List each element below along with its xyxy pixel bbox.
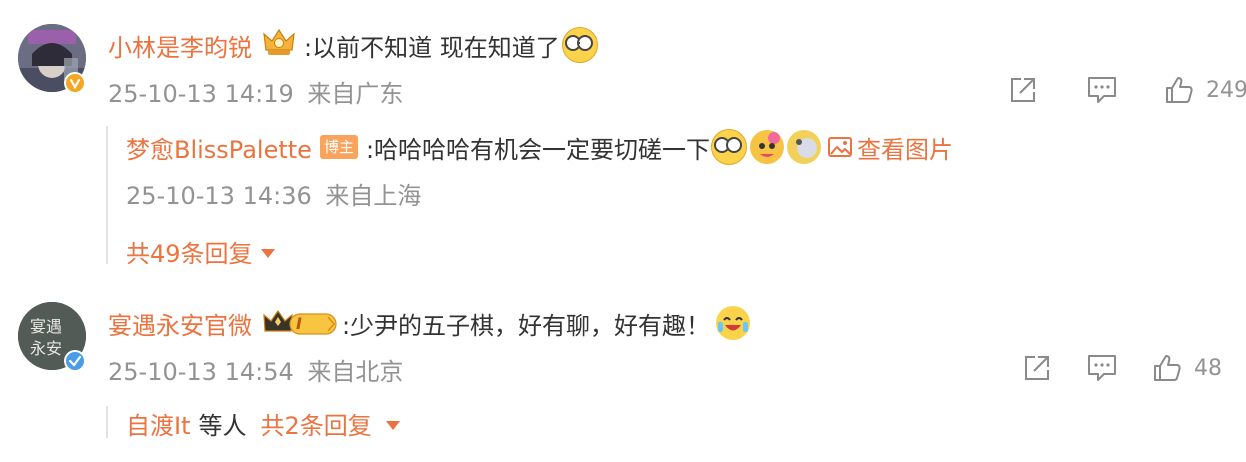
timestamp: 25-10-13 14:19 (108, 80, 294, 108)
reply-text: :哈哈哈哈有机会一定要切磋一下 (365, 135, 711, 164)
comment-actions: 48 (1022, 350, 1222, 386)
location: 来自北京 (307, 358, 404, 386)
crown-badge-icon[interactable] (262, 26, 296, 64)
reply-location: 来自上海 (325, 182, 422, 210)
comment-item: 宴遇永安 宴遇永安官微 I :少尹的五子棋，好有聊，好有趣！ 25-10-13 … (0, 296, 1246, 462)
reply-summary[interactable]: 自渡It 等人 共2条回复 (126, 406, 400, 441)
image-icon (828, 137, 853, 157)
like-count: 48 (1194, 355, 1222, 381)
share-button[interactable] (1008, 75, 1038, 105)
reply-button[interactable] (1086, 75, 1118, 105)
comment-meta: 25-10-13 14:19 来自广东 (108, 74, 403, 109)
level-badge-number: I (296, 313, 302, 333)
reply-count[interactable]: 共2条回复 (261, 406, 372, 441)
glasses-emoji-icon (711, 129, 748, 165)
dropdown-triangle-icon (260, 248, 275, 258)
blogger-badge: 博主 (319, 135, 358, 159)
share-icon (1025, 356, 1049, 380)
like-icon (1166, 77, 1193, 103)
reply-section: 自渡It 等人 共2条回复 (106, 406, 400, 440)
like-button[interactable]: 48 (1152, 353, 1222, 383)
glasses-emoji-icon (561, 27, 598, 63)
reply-timestamp: 25-10-13 14:36 (126, 182, 312, 210)
verified-badge (64, 350, 86, 372)
verified-badge (64, 72, 86, 94)
dropdown-triangle-icon (385, 420, 400, 430)
timestamp: 25-10-13 14:54 (108, 358, 294, 386)
share-icon (1011, 78, 1035, 102)
like-button[interactable]: 249 (1164, 75, 1246, 105)
member-level-badge[interactable]: I (262, 307, 337, 339)
comment-actions: 249 (1008, 72, 1246, 108)
comment-meta: 25-10-13 14:54 来自北京 (108, 352, 403, 387)
laughing-emoji-icon (716, 306, 751, 340)
more-replies-button[interactable]: 共49条回复 (126, 234, 275, 269)
like-icon (1154, 355, 1181, 381)
dizzy-emoji-icon (787, 130, 822, 164)
comment-content: 小林是李昀锐 :以前不知道 现在知道了 (108, 26, 598, 64)
view-image-link[interactable]: 查看图片 (827, 130, 953, 165)
share-button[interactable] (1022, 353, 1052, 383)
comment-text: :以前不知道 现在知道了 (304, 33, 560, 62)
more-replies-label: 共49条回复 (126, 240, 253, 268)
reply-meta: 25-10-13 14:36 来自上海 (126, 176, 421, 211)
comment-icon (1088, 77, 1116, 103)
comment-content: 宴遇永安官微 I :少尹的五子棋，好有聊，好有趣！ (108, 304, 751, 342)
username[interactable]: 宴遇永安官微 (108, 306, 252, 341)
flower-emoji-icon (750, 130, 785, 164)
comment-text: :少尹的五子棋，好有聊，好有趣！ (341, 311, 711, 340)
reply-section: 梦愈BlissPalette 博主 :哈哈哈哈有机会一定要切磋一下 查看图片 2… (106, 126, 953, 268)
reply-suffix: 等人 (198, 412, 247, 440)
reply-content: 梦愈BlissPalette 博主 :哈哈哈哈有机会一定要切磋一下 查看图片 (126, 128, 953, 166)
location: 来自广东 (307, 80, 404, 108)
like-count: 249 (1206, 77, 1246, 103)
reply-username[interactable]: 梦愈BlissPalette (126, 130, 312, 165)
comment-icon (1088, 355, 1116, 381)
reply-button[interactable] (1086, 353, 1118, 383)
view-image-label: 查看图片 (857, 135, 954, 164)
reply-user[interactable]: 自渡It (126, 406, 191, 441)
comment-item: 小林是李昀锐 :以前不知道 现在知道了 25-10-13 14:19 来自广东 (0, 0, 1246, 280)
username[interactable]: 小林是李昀锐 (108, 28, 252, 63)
